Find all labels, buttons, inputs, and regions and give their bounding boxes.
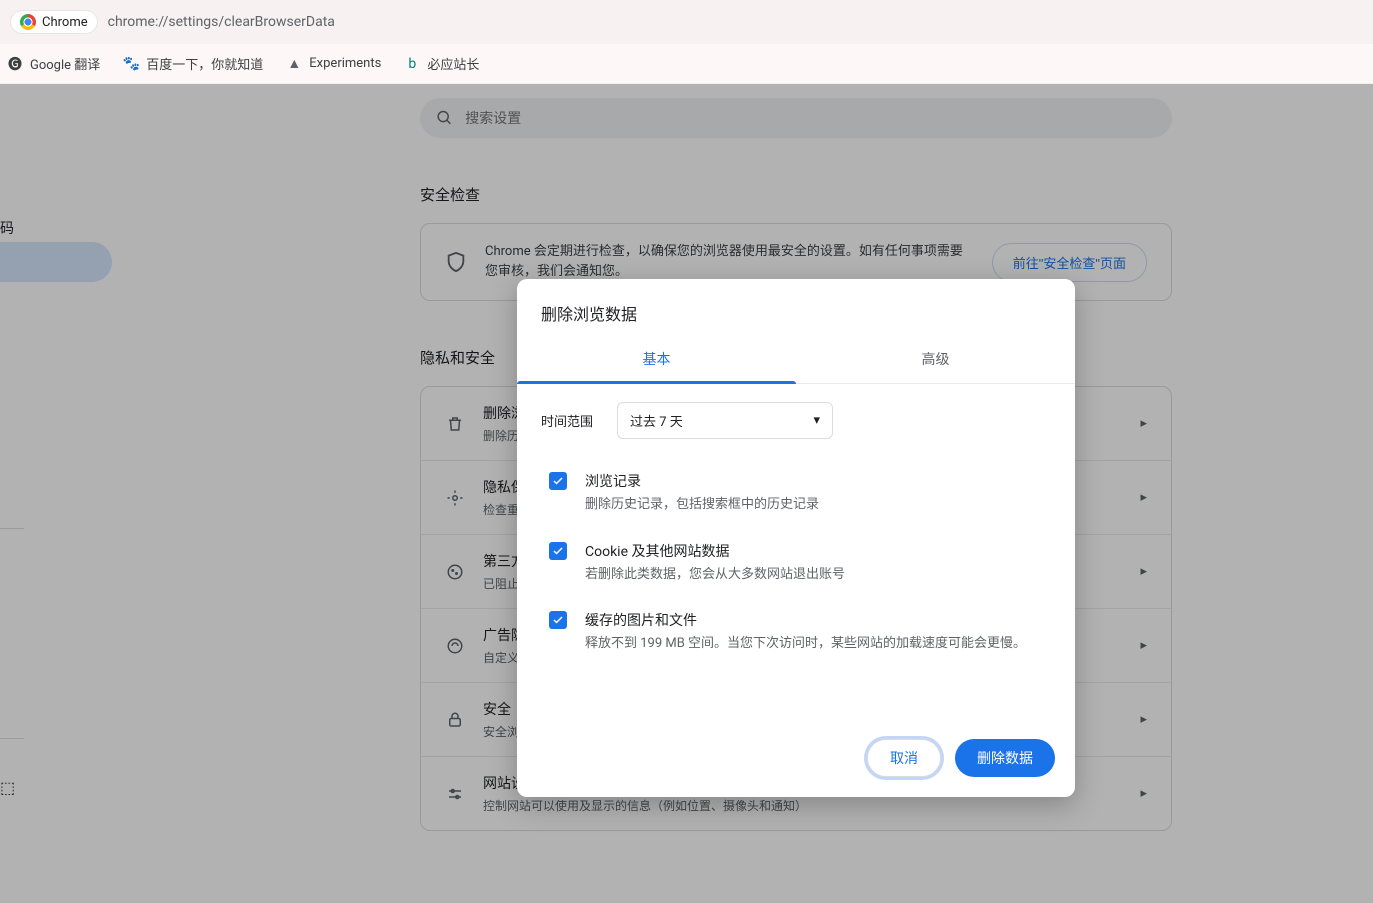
tab-basic[interactable]: 基本 <box>517 337 796 383</box>
dialog-body: 时间范围 过去 7 天 ▾ 浏览记录 删除历史记录，包括搜索框中的历史记录 Co… <box>517 384 1075 725</box>
url-text[interactable]: chrome://settings/clearBrowserData <box>108 14 335 30</box>
caret-down-icon: ▾ <box>813 413 820 428</box>
bookmark-experiments[interactable]: ▲ Experiments <box>285 55 381 73</box>
dialog-title: 删除浏览数据 <box>517 279 1075 337</box>
checkbox-checked-icon[interactable] <box>549 611 567 629</box>
bookmark-label: Google 翻译 <box>30 54 100 73</box>
option-cookies[interactable]: Cookie 及其他网站数据 若删除此类数据，您会从大多数网站退出账号 <box>541 531 1051 601</box>
option-sub: 若删除此类数据，您会从大多数网站退出账号 <box>585 565 845 585</box>
bookmark-label: 必应站长 <box>427 54 479 73</box>
flask-icon: ▲ <box>285 55 303 73</box>
origin-chip[interactable]: Chrome <box>10 10 98 34</box>
clear-data-dialog: 删除浏览数据 基本 高级 时间范围 过去 7 天 ▾ 浏览记录 删除历史记录，包… <box>517 279 1075 797</box>
bookmark-label: 百度一下，你就知道 <box>146 54 263 73</box>
dialog-tabs: 基本 高级 <box>517 337 1075 384</box>
google-icon: 🅖 <box>6 55 24 73</box>
bookmark-bing-webmaster[interactable]: b 必应站长 <box>403 54 479 73</box>
dialog-actions: 取消 删除数据 <box>517 725 1075 797</box>
time-range-label: 时间范围 <box>541 411 593 430</box>
option-cached-images[interactable]: 缓存的图片和文件 释放不到 199 MB 空间。当您下次访问时，某些网站的加载速… <box>541 600 1051 670</box>
time-range-row: 时间范围 过去 7 天 ▾ <box>541 402 1051 439</box>
option-title: 浏览记录 <box>585 471 819 491</box>
delete-data-button[interactable]: 删除数据 <box>955 739 1055 777</box>
tab-advanced[interactable]: 高级 <box>796 337 1075 383</box>
bookmark-baidu[interactable]: 🐾 百度一下，你就知道 <box>122 54 263 73</box>
bookmarks-bar: 🅖 Google 翻译 🐾 百度一下，你就知道 ▲ Experiments b … <box>0 44 1373 84</box>
option-browsing-history[interactable]: 浏览记录 删除历史记录，包括搜索框中的历史记录 <box>541 461 1051 531</box>
option-title: 缓存的图片和文件 <box>585 610 1026 630</box>
cancel-button[interactable]: 取消 <box>867 739 941 777</box>
address-bar: Chrome chrome://settings/clearBrowserDat… <box>0 0 1373 44</box>
time-range-select[interactable]: 过去 7 天 ▾ <box>617 402 833 439</box>
bookmark-label: Experiments <box>309 56 381 71</box>
origin-label: Chrome <box>42 15 88 30</box>
checkbox-checked-icon[interactable] <box>549 472 567 490</box>
chrome-icon <box>20 14 36 30</box>
time-range-value: 过去 7 天 <box>630 411 683 430</box>
option-title: Cookie 及其他网站数据 <box>585 541 845 561</box>
bookmark-google-translate[interactable]: 🅖 Google 翻译 <box>6 54 100 73</box>
baidu-icon: 🐾 <box>122 55 140 73</box>
option-sub: 删除历史记录，包括搜索框中的历史记录 <box>585 495 819 515</box>
checkbox-checked-icon[interactable] <box>549 542 567 560</box>
option-sub: 释放不到 199 MB 空间。当您下次访问时，某些网站的加载速度可能会更慢。 <box>585 634 1026 654</box>
bing-icon: b <box>403 55 421 73</box>
